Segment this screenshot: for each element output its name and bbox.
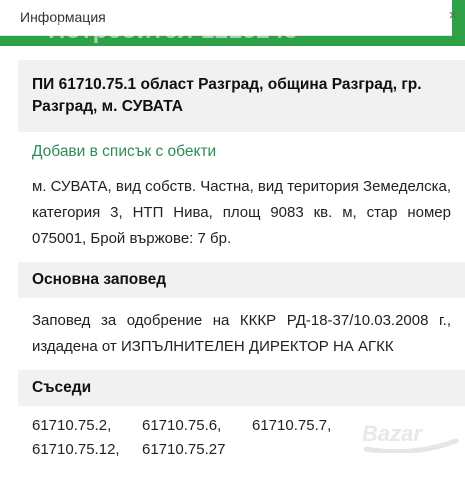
- order-text: Заповед за одобрение на КККР РД-18-37/10…: [32, 312, 451, 355]
- title-tab: Информация: [0, 0, 452, 36]
- neighbor-link[interactable]: 61710.75.12,: [32, 438, 142, 462]
- title-bar: Информация Потребител 1215243 ×: [0, 0, 465, 46]
- parcel-heading: ПИ 61710.75.1 област Разград, община Раз…: [18, 60, 465, 132]
- window-title: Информация: [20, 9, 106, 25]
- info-panel: ПИ 61710.75.1 област Разград, община Раз…: [18, 60, 465, 462]
- logo-text: Bazar: [362, 421, 423, 446]
- neighbor-link[interactable]: 61710.75.7,: [252, 414, 362, 438]
- neighbor-link[interactable]: 61710.75.2,: [32, 414, 142, 438]
- close-icon[interactable]: ×: [445, 8, 461, 24]
- neighbors-section-title: Съседи: [18, 370, 465, 406]
- neighbor-link[interactable]: 61710.75.27: [142, 438, 252, 462]
- bazar-logo: Bazar: [362, 421, 459, 453]
- order-section-title: Основна заповед: [18, 262, 465, 298]
- neighbor-link[interactable]: 61710.75.6,: [142, 414, 252, 438]
- add-to-list-link[interactable]: Добави в списък с обекти: [18, 132, 465, 172]
- parcel-description: м. СУВАТА, вид собств. Частна, вид терит…: [32, 178, 451, 247]
